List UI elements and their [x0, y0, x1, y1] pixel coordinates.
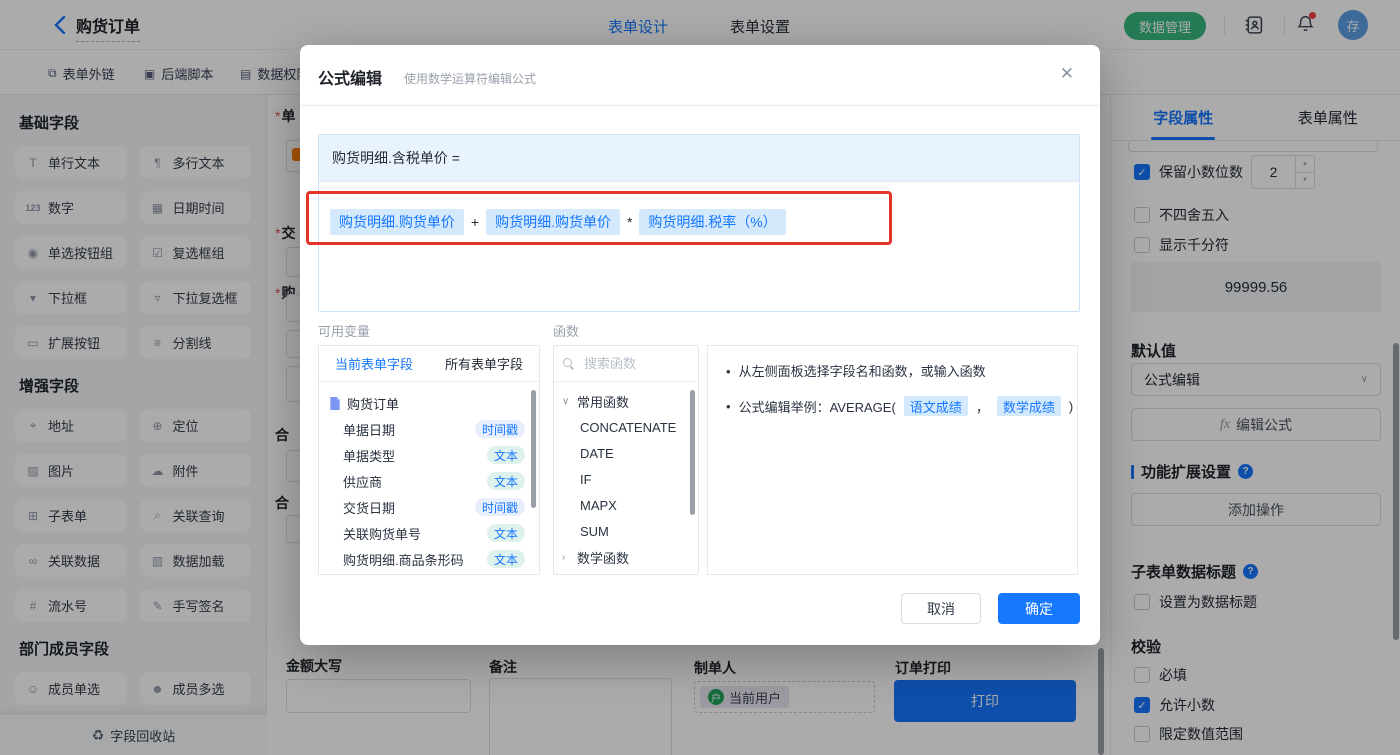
modal-title: 公式编辑 — [318, 71, 383, 88]
variable-row[interactable]: 关联购货单号 文本 — [319, 520, 539, 546]
functions-label: 函数 — [553, 324, 580, 339]
function-item[interactable]: DATE — [554, 440, 698, 466]
search-input[interactable] — [582, 355, 674, 372]
type-badge: 文本 — [486, 472, 525, 490]
function-item[interactable]: CONCATENATE — [554, 414, 698, 440]
operator: * — [626, 214, 633, 230]
type-badge: 时间戳 — [474, 420, 525, 438]
help-tip-2: • 公式编辑举例：AVERAGE( 语文成绩 ， 数学成绩 ) — [726, 396, 1073, 416]
tab-all-form-fields[interactable]: 所有表单字段 — [429, 346, 539, 381]
app-root: 购货订单 表单设计 表单设置 数据管理 存 ⧉ 表单外链 ▣ 后端脚本 ▤ 数据… — [0, 0, 1400, 755]
search-icon — [563, 357, 575, 370]
type-badge: 文本 — [486, 524, 525, 542]
function-group-text[interactable]: › 文本函数 — [554, 570, 698, 574]
formula-expression: 购货明细.购货单价 + 购货明细.购货单价 * 购货明细.税率（%） — [330, 209, 786, 235]
close-icon[interactable]: ✕ — [1060, 64, 1074, 84]
tab-current-form-fields[interactable]: 当前表单字段 — [319, 346, 429, 381]
field-token[interactable]: 购货明细.购货单价 — [330, 209, 464, 235]
type-badge: 文本 — [486, 446, 525, 464]
variable-row[interactable]: 单据类型 文本 — [319, 442, 539, 468]
field-token[interactable]: 购货明细.税率（%） — [639, 209, 786, 235]
help-tip-1: • 从左侧面板选择字段名和函数，或输入函数 — [726, 364, 986, 379]
formula-target: 购货明细.含税单价 = — [319, 135, 1079, 182]
example-field-chip: 数学成绩 — [996, 396, 1061, 416]
variables-panel: 当前表单字段 所有表单字段 购货订单 单据日期 时间戳 单据类型 文本 供应商 文本 … — [318, 345, 540, 575]
type-badge: 文本 — [486, 550, 525, 568]
variable-row[interactable]: 供应商 文本 — [319, 468, 539, 494]
chevron-down-icon: ∨ — [562, 395, 570, 407]
function-item[interactable]: IF — [554, 466, 698, 492]
operator: + — [470, 214, 480, 230]
example-field-chip: 语文成绩 — [903, 396, 968, 416]
confirm-button[interactable]: 确定 — [998, 593, 1080, 624]
cancel-button[interactable]: 取消 — [901, 593, 981, 624]
formula-edit-modal: 公式编辑 使用数学运算符编辑公式 ✕ 购货明细.含税单价 = 购货明细.购货单价… — [300, 45, 1100, 645]
function-group-common[interactable]: ∨ 常用函数 — [554, 388, 698, 414]
modal-subtitle: 使用数学运算符编辑公式 — [404, 72, 537, 86]
function-group-math[interactable]: › 数学函数 — [554, 544, 698, 570]
functions-scrollbar[interactable] — [690, 390, 695, 515]
variables-scrollbar[interactable] — [531, 390, 536, 508]
document-icon — [330, 396, 340, 410]
variables-label: 可用变量 — [318, 324, 371, 339]
function-item[interactable]: MAPX — [554, 492, 698, 518]
field-token[interactable]: 购货明细.购货单价 — [486, 209, 620, 235]
variable-row[interactable]: 单据日期 时间戳 — [319, 416, 539, 442]
type-badge: 时间戳 — [474, 498, 525, 516]
functions-panel: ∨ 常用函数 CONCATENATE DATE IF MAPX SUM › 数学… — [553, 345, 699, 575]
variable-row[interactable]: 交货日期 时间戳 — [319, 494, 539, 520]
help-panel: • 从左侧面板选择字段名和函数，或输入函数 • 公式编辑举例：AVERAGE( … — [707, 345, 1078, 575]
variable-row[interactable]: 购货明细.商品条形码 文本 — [319, 546, 539, 572]
function-item[interactable]: SUM — [554, 518, 698, 544]
form-tree-root[interactable]: 购货订单 — [319, 390, 539, 416]
chevron-right-icon: › — [562, 551, 566, 563]
function-search — [554, 346, 698, 382]
